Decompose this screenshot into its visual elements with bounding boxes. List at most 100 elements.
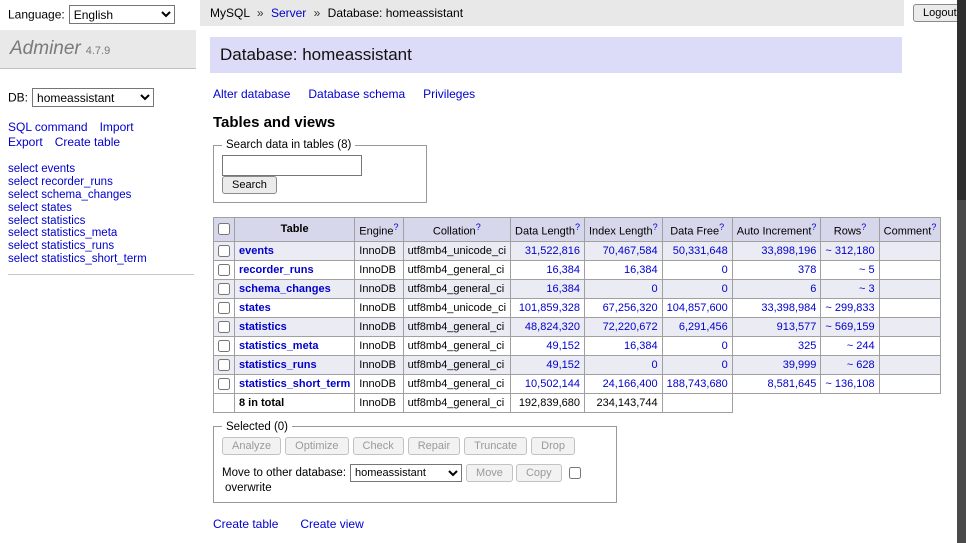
table-name-link[interactable]: statistics_short_term — [239, 378, 350, 390]
sidebar-table-link[interactable]: select statistics_short_term — [8, 253, 194, 266]
help-link[interactable]: ? — [811, 222, 816, 232]
check-button[interactable]: Check — [353, 437, 404, 455]
sidebar-table-link[interactable]: select statistics_meta — [8, 227, 194, 240]
row-checkbox[interactable] — [218, 340, 230, 352]
help-link[interactable]: ? — [575, 222, 580, 232]
data_free-link[interactable]: 0 — [722, 359, 728, 371]
index_length-link[interactable]: 16,384 — [624, 340, 658, 352]
repair-button[interactable]: Repair — [408, 437, 460, 455]
auto_increment-link[interactable]: 378 — [798, 264, 816, 276]
create-link[interactable]: Create view — [300, 517, 363, 531]
row-checkbox[interactable] — [218, 359, 230, 371]
db-action-link[interactable]: Database schema — [308, 87, 405, 101]
auto_increment-link[interactable]: 33,398,984 — [761, 302, 816, 314]
sidebar-table-link[interactable]: select events — [8, 163, 194, 176]
data_length-link[interactable]: 48,824,320 — [525, 321, 580, 333]
move-database-select[interactable]: homeassistant — [350, 464, 462, 482]
sidebar-table-link[interactable]: select statistics — [8, 215, 194, 228]
index_length-link[interactable]: 70,467,584 — [603, 245, 658, 257]
index_length-link[interactable]: 16,384 — [624, 264, 658, 276]
index_length-link[interactable]: 72,220,672 — [603, 321, 658, 333]
rows-link[interactable]: ~ 5 — [859, 264, 875, 276]
help-link[interactable]: ? — [931, 222, 936, 232]
table-name-link[interactable]: statistics_meta — [239, 340, 319, 352]
sidebar-table-link[interactable]: select recorder_runs — [8, 176, 194, 189]
table-name-link[interactable]: statistics_runs — [239, 359, 317, 371]
sidebar-table-link[interactable]: select schema_changes — [8, 189, 194, 202]
sidebar-nav-link[interactable]: Import — [100, 120, 134, 134]
data_length-link[interactable]: 31,522,816 — [525, 245, 580, 257]
help-link[interactable]: ? — [719, 222, 724, 232]
auto_increment-link[interactable]: 6 — [810, 283, 816, 295]
row-checkbox[interactable] — [218, 302, 230, 314]
overwrite-checkbox[interactable] — [569, 467, 581, 479]
auto_increment-link[interactable]: 39,999 — [783, 359, 817, 371]
sidebar-table-link[interactable]: select statistics_runs — [8, 240, 194, 253]
data_length-link[interactable]: 49,152 — [546, 359, 580, 371]
data_length-link[interactable]: 16,384 — [546, 264, 580, 276]
rows-link[interactable]: ~ 312,180 — [825, 245, 874, 257]
table-name-link[interactable]: states — [239, 302, 271, 314]
sidebar-nav-link[interactable]: SQL command — [8, 120, 88, 134]
rows-link[interactable]: ~ 299,833 — [825, 302, 874, 314]
help-link[interactable]: ? — [476, 222, 481, 232]
help-link[interactable]: ? — [861, 222, 866, 232]
index_length-link[interactable]: 24,166,400 — [603, 378, 658, 390]
language-select[interactable]: English — [69, 5, 175, 24]
row-checkbox[interactable] — [218, 245, 230, 257]
breadcrumb-server-link[interactable]: Server — [271, 6, 306, 20]
data_free-link[interactable]: 0 — [722, 264, 728, 276]
auto_increment-link[interactable]: 913,577 — [777, 321, 817, 333]
row-checkbox[interactable] — [218, 283, 230, 295]
table-name-link[interactable]: recorder_runs — [239, 264, 314, 276]
breadcrumb-system[interactable]: MySQL — [210, 6, 250, 20]
rows-link[interactable]: ~ 3 — [859, 283, 875, 295]
data_free-link[interactable]: 0 — [722, 283, 728, 295]
data_length-link[interactable]: 16,384 — [546, 283, 580, 295]
scrollbar-thumb[interactable] — [957, 0, 966, 200]
vertical-scrollbar[interactable] — [957, 0, 966, 543]
row-checkbox[interactable] — [218, 321, 230, 333]
rows-link[interactable]: ~ 569,159 — [825, 321, 874, 333]
data_length-link[interactable]: 49,152 — [546, 340, 580, 352]
sidebar-nav-link[interactable]: Export — [8, 135, 43, 149]
help-link[interactable]: ? — [653, 222, 658, 232]
data_free-link[interactable]: 6,291,456 — [679, 321, 728, 333]
index_length-link[interactable]: 67,256,320 — [603, 302, 658, 314]
truncate-button[interactable]: Truncate — [464, 437, 527, 455]
move-button[interactable]: Move — [466, 464, 513, 482]
sidebar-table-link[interactable]: select states — [8, 202, 194, 215]
data_free-link[interactable]: 50,331,648 — [673, 245, 728, 257]
data_length-link[interactable]: 101,859,328 — [519, 302, 580, 314]
help-link[interactable]: ? — [394, 222, 399, 232]
search-button[interactable]: Search — [222, 176, 277, 194]
rows-link[interactable]: ~ 244 — [847, 340, 875, 352]
rows-link[interactable]: ~ 136,108 — [825, 378, 874, 390]
auto_increment-link[interactable]: 8,581,645 — [767, 378, 816, 390]
row-checkbox[interactable] — [218, 378, 230, 390]
data_length-link[interactable]: 10,502,144 — [525, 378, 580, 390]
rows-link[interactable]: ~ 628 — [847, 359, 875, 371]
select-all-checkbox[interactable] — [218, 223, 230, 235]
table-name-link[interactable]: schema_changes — [239, 283, 331, 295]
optimize-button[interactable]: Optimize — [285, 437, 348, 455]
db-select[interactable]: homeassistant — [32, 88, 154, 107]
data_free-link[interactable]: 0 — [722, 340, 728, 352]
index_length-link[interactable]: 0 — [652, 359, 658, 371]
auto_increment-link[interactable]: 325 — [798, 340, 816, 352]
db-action-link[interactable]: Alter database — [213, 87, 290, 101]
app-name[interactable]: Adminer — [10, 38, 81, 59]
row-checkbox[interactable] — [218, 264, 230, 276]
analyze-button[interactable]: Analyze — [222, 437, 281, 455]
table-name-link[interactable]: statistics — [239, 321, 287, 333]
index_length-link[interactable]: 0 — [652, 283, 658, 295]
db-action-link[interactable]: Privileges — [423, 87, 475, 101]
table-name-link[interactable]: events — [239, 245, 274, 257]
data_free-link[interactable]: 104,857,600 — [667, 302, 728, 314]
drop-button[interactable]: Drop — [531, 437, 575, 455]
sidebar-nav-link[interactable]: Create table — [55, 135, 120, 149]
create-link[interactable]: Create table — [213, 517, 278, 531]
copy-button[interactable]: Copy — [516, 464, 562, 482]
search-input[interactable] — [222, 155, 362, 176]
auto_increment-link[interactable]: 33,898,196 — [761, 245, 816, 257]
